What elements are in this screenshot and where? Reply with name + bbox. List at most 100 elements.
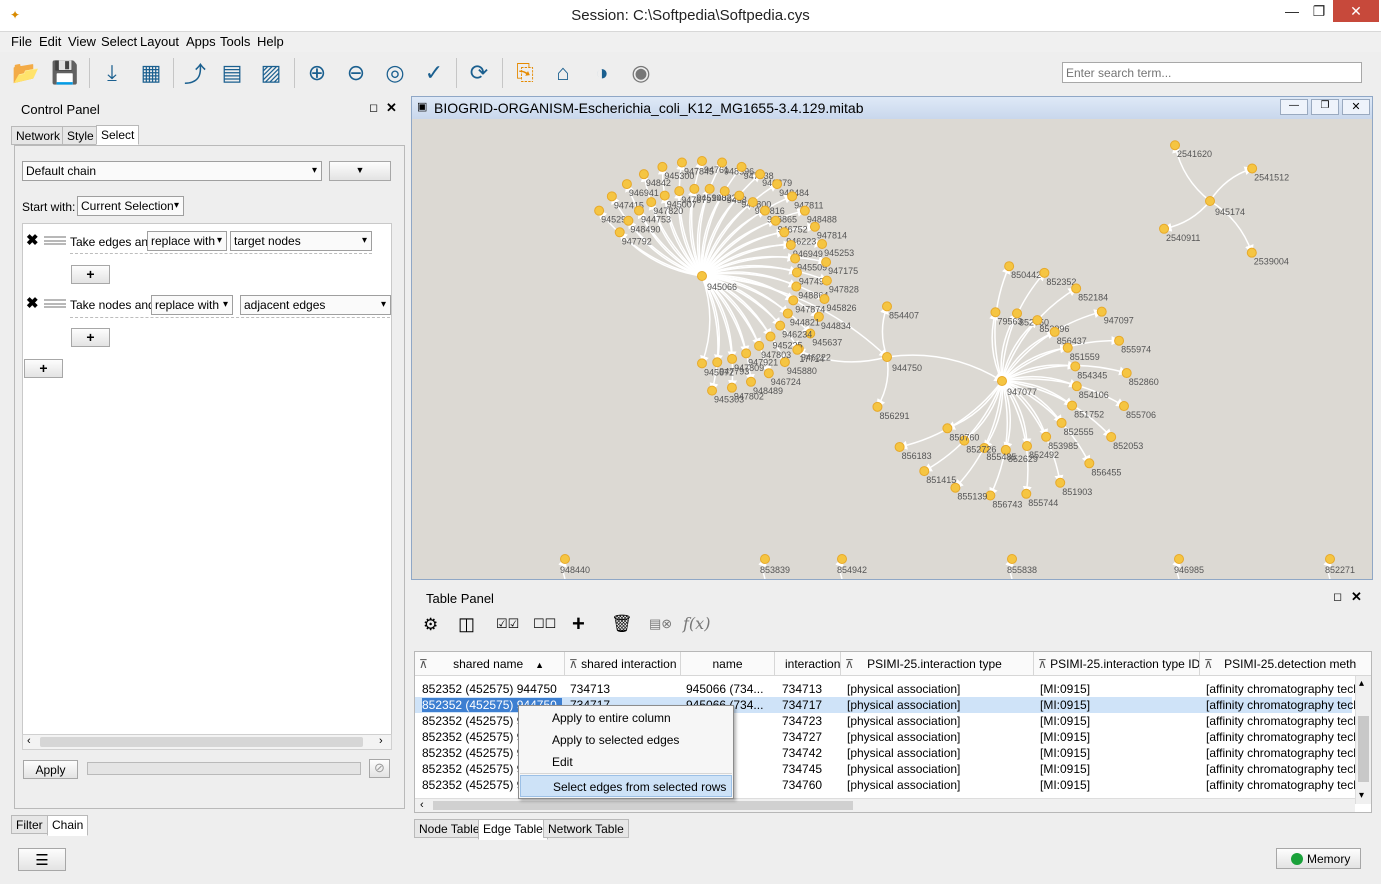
table-cell[interactable]: [physical association] [847,730,1037,744]
edge[interactable] [1209,166,1254,202]
network-node[interactable] [1007,554,1017,564]
tab-edge-table[interactable]: Edge Table [478,819,548,840]
col-shared-name[interactable]: ⊼ shared name ▲ [415,652,565,676]
table-cell[interactable]: [MI:0915] [1040,714,1200,728]
add-step-1-button[interactable]: + [71,265,110,284]
tab-select[interactable]: Select [96,125,140,145]
close-panel-button[interactable]: ✕ [1351,589,1362,605]
table-cell[interactable]: [MI:0915] [1040,746,1200,760]
minimize-button[interactable]: — [1278,0,1306,22]
col-interaction-type-id[interactable]: ⊼ PSIMI-25.interaction type ID [1034,652,1200,676]
start-with-select[interactable]: Current Selection ▾ [77,196,184,216]
col-shared-interaction[interactable]: ⊼ shared interaction [565,652,681,676]
tab-network-table[interactable]: Network Table [543,819,629,838]
network-node[interactable] [560,554,570,564]
menu-help[interactable]: Help [257,34,284,49]
network-canvas[interactable]: 9477929452959484909474159447539469419478… [412,119,1372,579]
table-cell[interactable]: [physical association] [847,682,1037,696]
search-input[interactable] [1062,62,1362,83]
edge[interactable] [989,380,1009,497]
drag-handle-icon[interactable] [44,236,66,245]
tab-style[interactable]: Style [62,126,99,145]
open-session-icon[interactable]: 📂 [9,56,43,90]
menu-select[interactable]: Select [101,34,137,49]
table-cell[interactable]: 734742 [782,746,842,760]
hub-node[interactable] [997,376,1007,386]
settings-icon[interactable]: ⚙ [423,615,438,635]
close-panel-button[interactable]: ✕ [386,100,397,116]
select-all-icon[interactable]: ☑☑ [496,616,519,632]
table-cell[interactable]: [physical association] [847,698,1037,712]
minimize-network-button[interactable]: — [1280,99,1308,115]
list-icon[interactable]: ☰ [18,848,66,871]
menu-item-edit[interactable]: Edit [520,751,732,773]
deselect-all-icon[interactable]: ☐☐ [533,616,556,632]
chevron-right-icon[interactable]: › [379,735,383,747]
step-1-mode-select[interactable]: replace with ▾ [147,231,227,251]
table-cell[interactable]: [affinity chromatography techn [1206,682,1356,696]
columns-icon[interactable]: ◫ [458,614,475,635]
remove-step-icon[interactable]: ✖ [26,231,39,249]
link-table-icon[interactable]: ▤⊗ [649,616,672,632]
save-session-icon[interactable]: 💾 [48,56,82,90]
table-cell[interactable]: [physical association] [847,778,1037,792]
vertical-scrollbar[interactable]: ▴ ▾ [1355,676,1371,804]
float-panel-button[interactable]: ◻ [1333,590,1342,603]
menu-item-apply-entire-column[interactable]: Apply to entire column [520,707,732,729]
tab-node-table[interactable]: Node Table [414,819,485,838]
table-cell[interactable]: 945066 (734... [686,682,776,696]
table-cell[interactable]: [MI:0915] [1040,778,1200,792]
col-interaction[interactable]: interaction [775,652,841,676]
network-node[interactable] [1174,554,1184,564]
add-chain-button[interactable]: + [24,359,63,378]
restore-network-button[interactable]: ❐ [1311,99,1339,115]
table-cell[interactable]: 734717 [782,698,842,712]
new-network-from-selection-icon[interactable]: ⎘ [508,56,542,90]
table-cell[interactable]: 734727 [782,730,842,744]
float-panel-button[interactable]: ◻ [369,101,378,114]
table-row[interactable]: 852352 (452575) 944750 734713 945066 (734.… [415,681,1356,697]
import-table-icon[interactable]: ▦ [134,56,168,90]
import-network-icon[interactable]: ⤓ [95,56,129,90]
col-interaction-type[interactable]: ⊼ PSIMI-25.interaction type [841,652,1034,676]
zoom-fit-icon[interactable]: ◎ [378,56,412,90]
table-cell[interactable]: [MI:0915] [1040,762,1200,776]
chevron-left-icon[interactable]: ‹ [420,799,424,811]
network-node[interactable] [1325,554,1335,564]
table-cell[interactable]: 734723 [782,714,842,728]
table-cell[interactable]: [physical association] [847,746,1037,760]
table-cell[interactable]: [MI:0915] [1040,730,1200,744]
table-cell[interactable]: 734760 [782,778,842,792]
table-cell[interactable]: [MI:0915] [1040,682,1200,696]
chain-menu-button[interactable]: ▼ [329,161,391,181]
chain-select[interactable]: Default chain ▾ [22,161,322,181]
table-cell[interactable]: 734713 [782,682,842,696]
scrollbar-thumb[interactable] [40,737,363,747]
drag-handle-icon[interactable] [44,299,66,308]
table-cell[interactable]: [MI:0915] [1040,698,1200,712]
close-network-button[interactable]: ✕ [1342,99,1370,115]
memory-button[interactable]: Memory [1276,848,1361,869]
chevron-down-icon[interactable]: ▾ [1359,790,1364,801]
table-cell[interactable]: [affinity chromatography techn [1206,714,1356,728]
menu-edit[interactable]: Edit [39,34,61,49]
cancel-icon[interactable]: ⊘ [369,759,390,778]
menu-layout[interactable]: Layout [140,34,179,49]
menu-file[interactable]: File [11,34,32,49]
chevron-left-icon[interactable]: ‹ [27,735,31,747]
add-step-2-button[interactable]: + [71,328,110,347]
tab-chain[interactable]: Chain [47,815,89,836]
step-2-mode-select[interactable]: replace with ▾ [151,295,233,315]
table-cell[interactable]: 734745 [782,762,842,776]
menu-view[interactable]: View [68,34,96,49]
close-button[interactable]: ✕ [1333,0,1379,22]
edge[interactable] [1162,200,1211,232]
zoom-out-icon[interactable]: ⊖ [339,56,373,90]
scrollbar-thumb[interactable] [433,801,853,810]
step-2-target-select[interactable]: adjacent edges ▾ [240,295,391,315]
hub-node[interactable] [1205,196,1215,206]
export-table-icon[interactable]: ▤ [215,56,249,90]
table-cell[interactable]: 852352 (452575) 944750 [422,682,562,696]
menu-item-select-edges-from-rows[interactable]: Select edges from selected rows [520,775,732,797]
add-column-icon[interactable]: + [572,611,585,637]
